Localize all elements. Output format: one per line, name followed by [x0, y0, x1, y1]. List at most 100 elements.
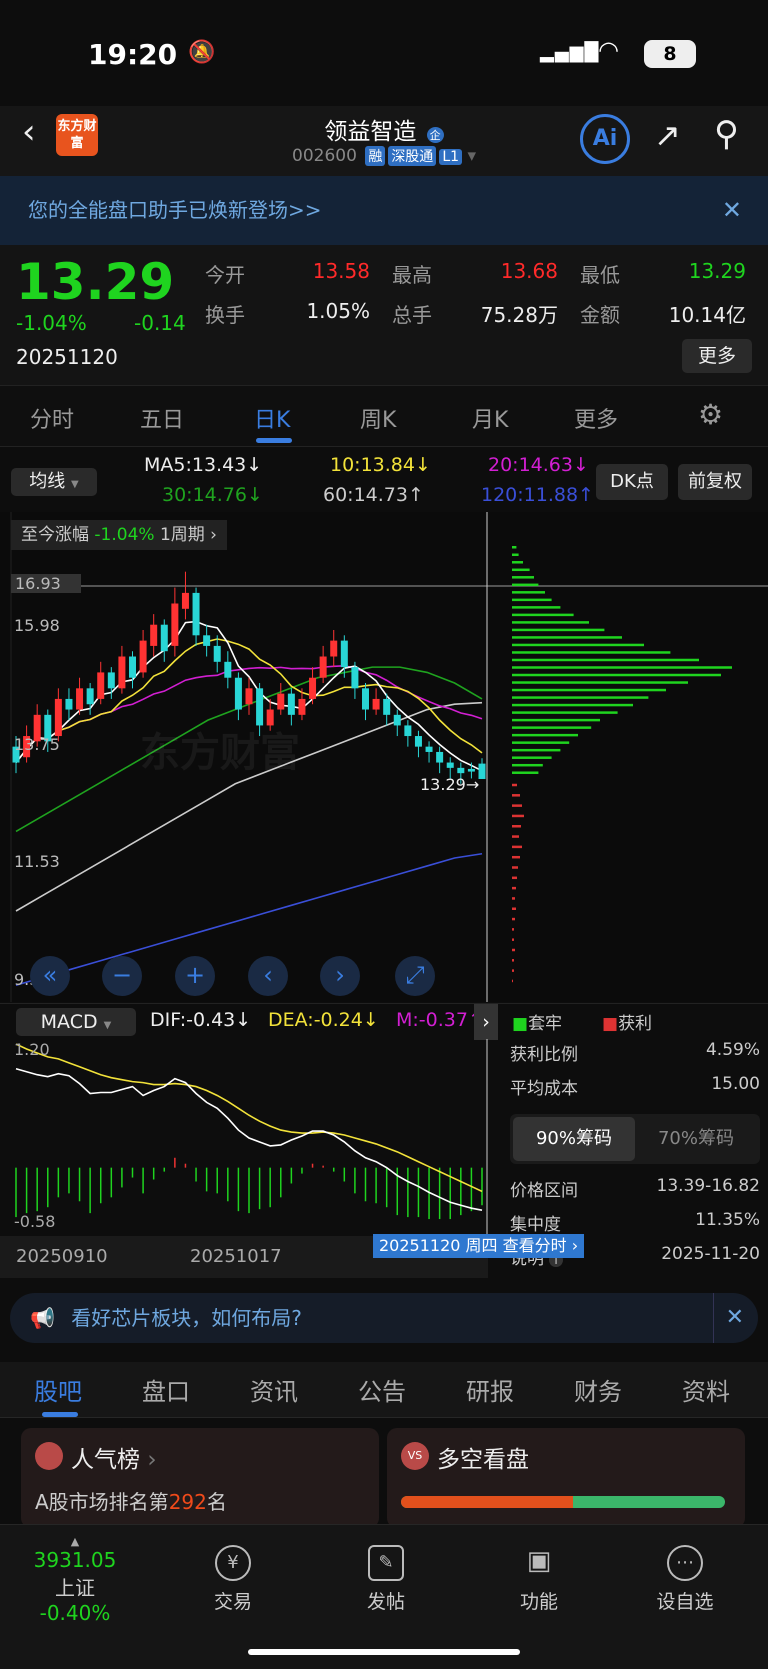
candle: [65, 698, 73, 710]
rank-suffix: 名: [206, 1490, 227, 1514]
chip-bar-trapped: [512, 733, 578, 737]
fullscreen-icon[interactable]: ⤢: [395, 956, 435, 996]
date-tooltip[interactable]: 20251120 周四 查看分时 ›: [373, 1234, 585, 1258]
indicator-select-label[interactable]: 均线: [29, 471, 65, 492]
chip-bar-profit: [512, 835, 519, 838]
tab-1[interactable]: 五日: [140, 402, 184, 434]
range-change-box[interactable]: 至今涨幅 -1.04% 1周期 ›: [11, 520, 227, 550]
tab-3[interactable]: 周K: [360, 402, 396, 434]
chart-bg: [0, 512, 768, 1002]
indicator-select[interactable]: 均线 ▼: [11, 468, 97, 496]
nav-functions-label[interactable]: 功能: [520, 1591, 558, 1613]
popularity-card[interactable]: 人气榜 › A股市场排名第292名: [21, 1428, 379, 1528]
bull-bear-card[interactable]: VS 多空看盘: [387, 1428, 745, 1528]
nav-trade[interactable]: ¥ 交易: [178, 1545, 288, 1614]
rewind-icon[interactable]: «: [30, 956, 70, 996]
content-tab-4[interactable]: 研报: [466, 1372, 514, 1407]
quote-label-4: 总手: [392, 303, 432, 327]
candle: [467, 768, 475, 772]
nav-trade-label[interactable]: 交易: [214, 1591, 252, 1613]
tab-90-chips[interactable]: 90%筹码: [513, 1117, 635, 1161]
nav-watchlist[interactable]: ⋯ 设自选: [630, 1545, 740, 1614]
close-icon[interactable]: ✕: [722, 176, 742, 245]
legend-profit: 获利: [618, 1014, 653, 1034]
tab-5[interactable]: 更多: [574, 402, 618, 434]
search-icon[interactable]: ⚲: [714, 114, 739, 154]
quote-value-2: 13.29: [688, 259, 746, 283]
notice-text[interactable]: 看好芯片板块，如何布局?: [71, 1306, 302, 1330]
content-tab-0[interactable]: 股吧: [34, 1372, 82, 1407]
candle: [171, 603, 179, 646]
chip-bar-trapped: [512, 688, 666, 692]
candle: [181, 592, 189, 609]
active-tab-indicator: [256, 438, 292, 443]
stock-code-row: 002600 融深股通 L1 ▾: [292, 146, 476, 166]
content-tab-1[interactable]: 盘口: [142, 1372, 190, 1407]
active-tab-indicator: [42, 1412, 78, 1417]
quote-value-1: 13.68: [500, 259, 558, 283]
range-value: -1.04%: [94, 525, 155, 545]
content-tab-5[interactable]: 财务: [574, 1372, 622, 1407]
tab-4[interactable]: 月K: [472, 402, 508, 434]
nav-watchlist-label[interactable]: 设自选: [656, 1591, 713, 1613]
settings-icon[interactable]: ⚙: [698, 398, 723, 431]
zoom-out-icon[interactable]: −: [102, 956, 142, 996]
candle: [330, 640, 338, 657]
share-icon[interactable]: ↗: [654, 116, 681, 154]
macd-legend: MACD ▼ DIF:-0.43↓ DEA:-0.24↓ M:-0.37↑ › …: [0, 1003, 768, 1040]
macd-select[interactable]: MACD ▼: [16, 1008, 136, 1036]
macd-select-label[interactable]: MACD: [41, 1011, 98, 1033]
tab-70-chips[interactable]: 70%筹码: [635, 1117, 757, 1161]
notice-close-icon[interactable]: ✕: [712, 1293, 744, 1343]
index-ticker[interactable]: ▲ 3931.05 上证 -0.40%: [20, 1535, 130, 1625]
dk-point-button[interactable]: DK点: [596, 464, 668, 500]
chip-bar-trapped: [512, 628, 605, 632]
quote-label-2: 最低: [580, 263, 620, 287]
next-icon[interactable]: ›: [320, 956, 360, 996]
range-period: 1周期: [159, 525, 205, 545]
nav-functions[interactable]: ▣ 功能: [484, 1545, 594, 1614]
ma10-value: 10:13.84↓: [330, 454, 431, 476]
macd-chart[interactable]: [0, 1039, 500, 1235]
macd-expand-icon[interactable]: ›: [474, 1004, 498, 1040]
candle: [129, 656, 136, 678]
tab-0[interactable]: 分时: [30, 402, 74, 434]
chip-bar-trapped: [512, 598, 552, 602]
content-tab-6[interactable]: 资料: [682, 1372, 730, 1407]
tab-2[interactable]: 日K: [254, 402, 290, 434]
chip-bar-profit: [512, 897, 515, 900]
kline-chart[interactable]: [0, 512, 768, 1002]
battery-icon: 8: [644, 40, 696, 68]
ma30-value: 30:14.76↓: [162, 484, 263, 506]
candle: [362, 688, 369, 710]
chip-bar-trapped: [512, 546, 517, 549]
more-button[interactable]: 更多: [682, 339, 752, 373]
promo-banner[interactable]: 您的全能盘口助手已焕新登场>> ✕: [0, 176, 768, 245]
ai-button[interactable]: Ai: [580, 114, 630, 164]
nav-post-label[interactable]: 发帖: [367, 1591, 405, 1613]
adjust-button[interactable]: 前复权: [678, 464, 752, 500]
prev-icon[interactable]: ‹: [248, 956, 288, 996]
clock: 19:20: [88, 38, 178, 71]
chip-bar-profit: [512, 948, 515, 952]
chip-bar-trapped: [512, 718, 600, 722]
candle: [446, 762, 454, 768]
quote-value-4: 75.28万: [480, 303, 558, 327]
date-tooltip-text[interactable]: 20251120 周四 查看分时: [379, 1236, 567, 1255]
content-tab-3[interactable]: 公告: [358, 1372, 406, 1407]
nav-post[interactable]: ✎ 发帖: [331, 1545, 441, 1614]
candle: [436, 751, 444, 763]
index-name: 上证: [55, 1576, 95, 1600]
ma60-value: 60:14.73↑: [323, 484, 424, 506]
banner-text[interactable]: 您的全能盘口助手已焕新登场>>: [28, 198, 322, 222]
candle: [224, 661, 232, 678]
concentration: 11.35%: [695, 1210, 760, 1230]
chip-bar-trapped: [512, 651, 671, 654]
chip-bar-trapped: [512, 711, 618, 714]
chip-bar-trapped: [512, 643, 644, 647]
chip-bar-profit: [512, 959, 514, 962]
notice-bar[interactable]: 📢 看好芯片板块，如何布局? ✕: [10, 1293, 758, 1343]
zoom-in-icon[interactable]: +: [175, 956, 215, 996]
content-tab-2[interactable]: 资讯: [250, 1372, 298, 1407]
date-tick-1: 20250910: [16, 1246, 108, 1267]
